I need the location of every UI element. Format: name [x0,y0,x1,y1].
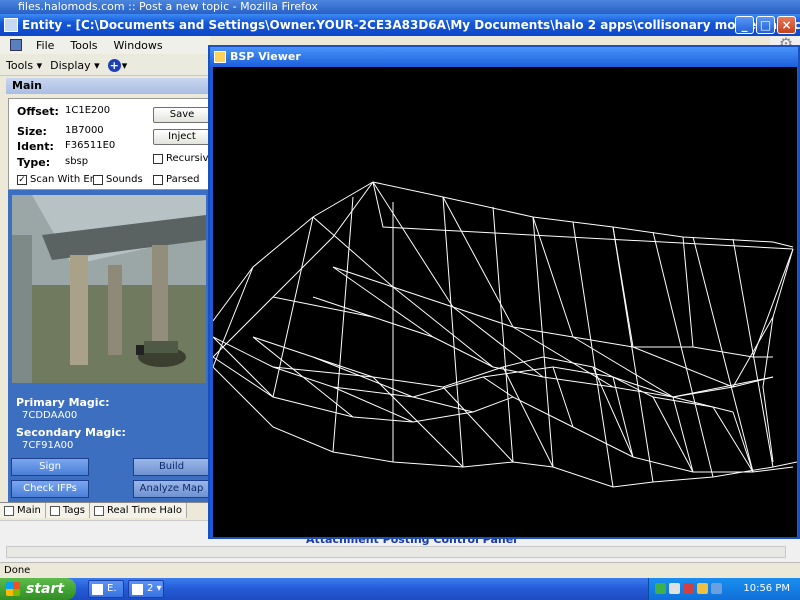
map-preview-drawing [12,195,206,383]
ident-label: Ident: [17,140,54,153]
checkbox-box [153,174,163,185]
close-button[interactable]: × [777,16,796,34]
tags-tab-icon [49,505,60,516]
tab-main-label: Main [17,505,41,516]
toolbar-display-label: Display [50,59,91,72]
main-tab-icon [4,505,14,516]
minimize-button[interactable]: _ [735,16,754,34]
analyze-map-button[interactable]: Analyze Map [133,480,210,498]
primary-magic-label: Primary Magic: [16,396,110,409]
maximize-button[interactable]: □ [756,16,775,34]
status-bar: Done [0,562,800,578]
taskbar-clock[interactable]: 10:56 PM [743,578,790,600]
menu-tools[interactable]: Tools [64,39,103,52]
entity-window-title: Entity - [C:\Documents and Settings\Owne… [22,18,800,32]
sign-button[interactable]: Sign [11,458,89,476]
taskbar-group-count: 2 [147,583,154,594]
bsp-viewer-title-bar[interactable]: BSP Viewer [210,47,798,67]
entity-title-bar[interactable]: Entity - [C:\Documents and Settings\Owne… [0,14,800,36]
bsp-viewer-icon [214,51,226,63]
menu-bar: File Tools Windows [0,36,210,54]
save-button[interactable]: Save [153,107,211,123]
app-icon [4,18,18,32]
ident-value: F36511E0 [65,140,116,151]
start-button[interactable]: start [0,578,76,600]
taskbar-group-button[interactable]: 2 ▾ [128,580,164,598]
parsed-checkbox[interactable]: Parsed [153,174,200,185]
entity-task-icon [92,584,103,595]
real-time-halo-tab-icon [94,505,105,516]
sounds-label: Sounds [106,174,143,185]
horizontal-scrollbar[interactable] [6,546,786,558]
parsed-label: Parsed [166,174,200,185]
window-group-icon [132,584,143,595]
bsp-viewer-title: BSP Viewer [230,50,301,63]
type-value: sbsp [65,156,89,167]
add-dropdown[interactable]: + ▾ [107,59,127,72]
windows-flag-icon [6,582,20,596]
checkbox-box [153,153,163,164]
tray-network-icon[interactable] [655,583,666,594]
tray-audio-icon[interactable] [669,583,680,594]
toolbar-tools-label: Tools [6,59,34,72]
type-label: Type: [17,156,51,169]
tab-tags-label: Tags [62,505,86,516]
taskbar-entity-label: E. [107,583,117,594]
toolbar: Tools ▾ Display ▾ + ▾ [0,56,210,76]
tray-security-icon[interactable] [683,583,694,594]
start-label: start [26,581,65,597]
bsp-wireframe [212,181,798,488]
recursive-checkbox[interactable]: Recursive [153,153,215,164]
tab-real-time-halo-label: Real Time Halo [107,505,182,516]
map-info-panel: Primary Magic: 7CDDAA00 Secondary Magic:… [8,190,210,502]
scan-with-ent-label: Scan With Ent [30,174,100,185]
menu-windows[interactable]: Windows [108,39,169,52]
firefox-title-strip: files.halomods.com :: Post a new topic -… [0,0,800,14]
checkbox-box-checked: ✓ [17,174,27,185]
checkbox-box [93,174,103,185]
toolbar-display-dropdown[interactable]: Display ▾ [50,59,100,72]
size-value: 1B7000 [65,125,104,136]
tab-tags[interactable]: Tags [45,503,91,518]
tray-app-icon[interactable] [711,583,722,594]
taskbar-entity-button[interactable]: E. [88,580,124,598]
bsp-3d-viewport[interactable] [212,67,798,537]
sounds-checkbox[interactable]: Sounds [93,174,143,185]
bottom-tab-strip: Main Tags Real Time Halo [0,502,210,518]
menu-file[interactable]: File [30,39,60,52]
bsp-viewer-window[interactable]: BSP Viewer [208,45,800,539]
build-button[interactable]: Build [133,458,210,476]
tab-real-time-halo[interactable]: Real Time Halo [90,503,187,518]
map-preview-image [12,195,206,383]
primary-magic-value: 7CDDAA00 [22,410,78,421]
window-menu-icon[interactable] [10,39,22,51]
window-controls: _ □ × [735,16,796,34]
tray-alert-icon[interactable] [697,583,708,594]
tag-properties-panel: Offset: 1C1E200 Size: 1B7000 Ident: F365… [8,98,215,190]
firefox-title: files.halomods.com :: Post a new topic -… [18,0,318,13]
secondary-magic-label: Secondary Magic: [16,426,126,439]
size-label: Size: [17,125,47,138]
check-ifps-button[interactable]: Check IFPs [11,480,89,498]
toolbar-tools-dropdown[interactable]: Tools ▾ [6,59,42,72]
plus-icon: + [107,59,121,72]
tab-main[interactable]: Main [0,503,46,518]
main-panel-header: Main [6,78,210,94]
scan-with-ent-checkbox[interactable]: ✓ Scan With Ent [17,174,100,185]
offset-label: Offset: [17,105,59,118]
offset-value: 1C1E200 [65,105,111,116]
secondary-magic-value: 7CF91A00 [22,440,74,451]
system-tray: 10:56 PM [648,578,800,600]
inject-button[interactable]: Inject [153,129,211,145]
taskbar: start E. 2 ▾ 10:56 PM [0,578,800,600]
